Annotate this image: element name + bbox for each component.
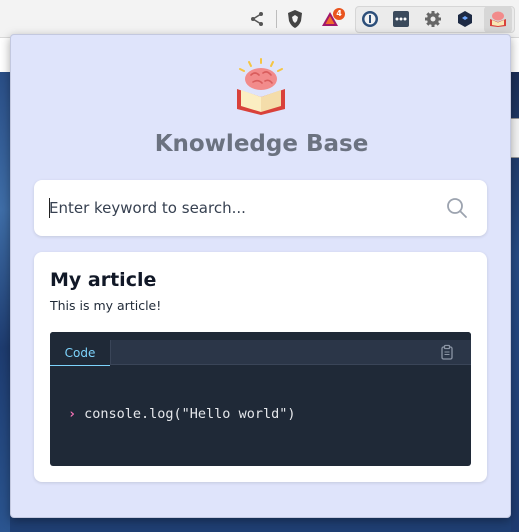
rewards-badge: 4 — [333, 8, 345, 20]
clipboard-copy-icon[interactable] — [439, 344, 455, 360]
share-icon[interactable] — [247, 9, 267, 29]
article-title: My article — [50, 269, 157, 291]
gear-extension-icon[interactable] — [423, 9, 443, 29]
text-caret — [49, 198, 50, 218]
onepassword-icon[interactable] — [360, 9, 380, 29]
prompt-chevron-icon: › — [68, 406, 77, 422]
search-icon[interactable] — [446, 197, 468, 219]
background-page-image-left — [0, 72, 10, 532]
app-title: Knowledge Base — [154, 131, 369, 157]
more-dots-icon[interactable] — [391, 9, 411, 29]
article-card[interactable]: My article This is my article! Code › con… — [34, 252, 487, 482]
code-block: Code › console.log("Hello world") — [50, 332, 471, 466]
toolbar-separator — [276, 10, 277, 28]
background-page-edge-right — [511, 38, 519, 72]
tab-code[interactable]: Code — [50, 340, 110, 366]
brain-book-logo-icon — [237, 58, 285, 115]
knowledge-base-popup: Knowledge Base My article This is my art… — [10, 34, 511, 518]
code-line: › console.log("Hello world") — [68, 406, 295, 422]
search-input[interactable] — [49, 194, 429, 222]
knowledge-base-extension-icon[interactable] — [488, 9, 508, 29]
brave-shield-icon[interactable] — [285, 9, 305, 29]
article-body: This is my article! — [50, 298, 162, 313]
background-page-edge-left — [0, 38, 10, 72]
background-page-widget — [511, 118, 519, 158]
code-tab-bar — [110, 340, 471, 365]
cube-extension-icon[interactable] — [455, 9, 475, 29]
code-tab-strip: Code — [50, 332, 471, 366]
browser-toolbar: 4 — [0, 0, 519, 38]
code-text: console.log("Hello world") — [84, 406, 296, 422]
search-card — [34, 180, 487, 236]
